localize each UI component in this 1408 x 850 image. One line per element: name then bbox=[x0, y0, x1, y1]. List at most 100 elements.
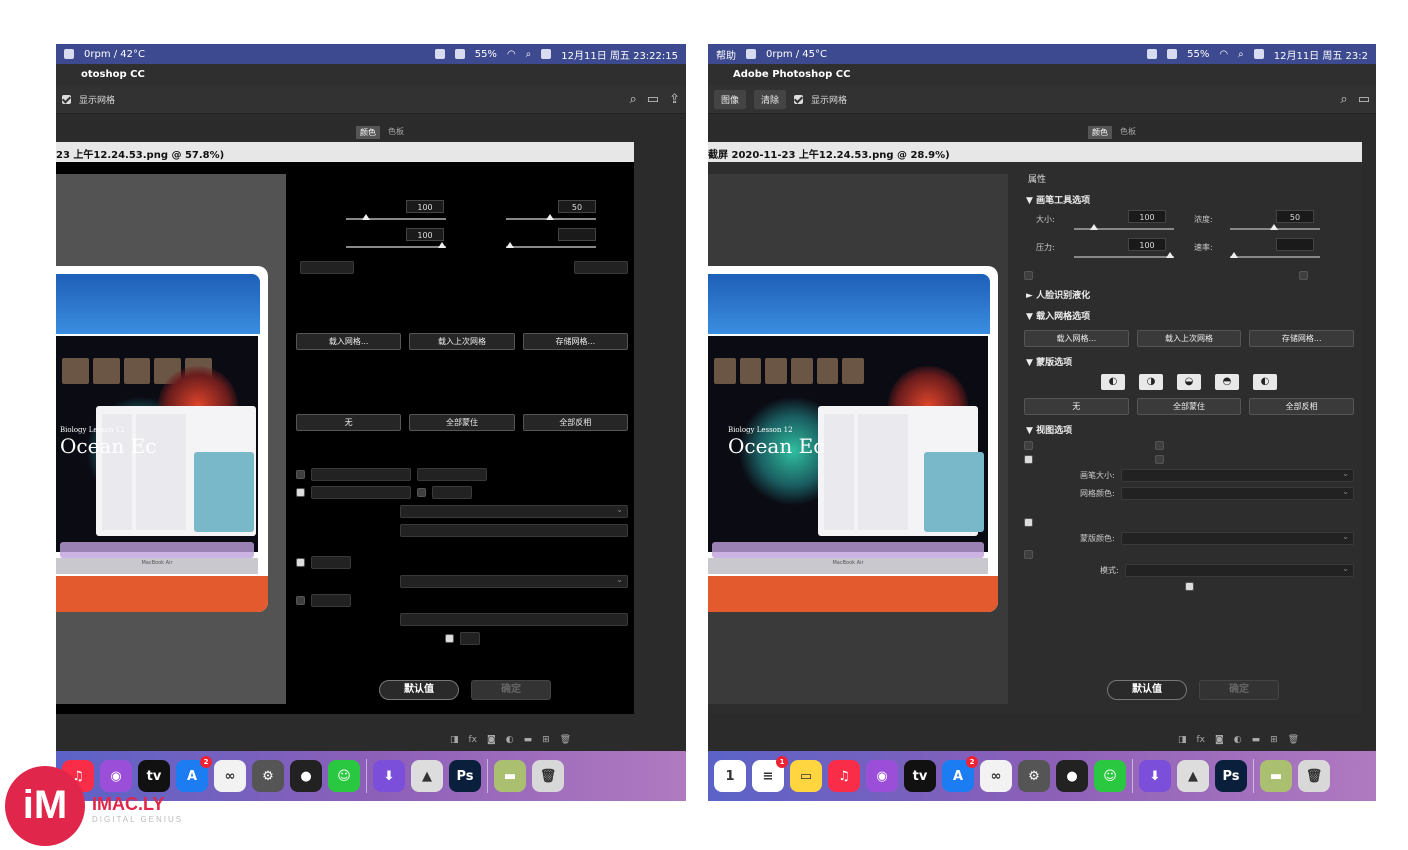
volume-icon[interactable] bbox=[454, 49, 465, 59]
invert-all-button[interactable]: 全部反相 bbox=[522, 414, 628, 431]
dock-preview-icon[interactable]: ▲ bbox=[411, 760, 443, 792]
pin-edges-checkbox[interactable] bbox=[1299, 271, 1308, 280]
dock-system-prefs-icon[interactable]: ⚙ bbox=[252, 760, 284, 792]
dock-system-prefs-icon[interactable]: ⚙ bbox=[1018, 760, 1050, 792]
search-icon[interactable]: ⌕ bbox=[1238, 49, 1244, 60]
density-input[interactable]: 50 bbox=[558, 200, 596, 213]
pressure-input[interactable]: 100 bbox=[1128, 238, 1166, 251]
battery-percent[interactable]: 55% bbox=[1187, 49, 1209, 60]
ok-button[interactable]: 确定 bbox=[1199, 680, 1279, 700]
dock-downloads-icon[interactable]: ⬇ bbox=[1139, 760, 1171, 792]
dock-qq-icon[interactable]: ● bbox=[290, 760, 322, 792]
tab-swatches[interactable]: 色板 bbox=[388, 126, 404, 139]
bluetooth-icon[interactable] bbox=[434, 49, 445, 59]
dock-wechat-icon[interactable]: ☺ bbox=[1094, 760, 1126, 792]
preview-canvas[interactable]: Biology Lesson 12 Ocean Ec MacBook Air bbox=[708, 174, 1008, 704]
show-face-overlay-checkbox[interactable] bbox=[1155, 441, 1164, 450]
dock-music-icon[interactable]: ♫ bbox=[828, 760, 860, 792]
mask-add-icon[interactable]: ◑ bbox=[1139, 374, 1163, 390]
load-last-mesh-button[interactable]: 载入上次网格 bbox=[1136, 330, 1242, 347]
clock[interactable]: 12月11日 周五 23:2 bbox=[1274, 47, 1368, 62]
show-backdrop-checkbox[interactable] bbox=[1024, 550, 1033, 559]
backdrop-mode-select[interactable]: ⌄ bbox=[1124, 564, 1354, 577]
size-input[interactable]: 100 bbox=[1128, 210, 1166, 223]
dock-notes-icon[interactable]: ▭ bbox=[790, 760, 822, 792]
preview-checkbox[interactable] bbox=[1184, 582, 1194, 591]
show-mesh-checkbox[interactable] bbox=[417, 488, 426, 497]
dock-trash-icon[interactable]: 🗑 bbox=[532, 760, 564, 792]
volume-icon[interactable] bbox=[1167, 49, 1178, 59]
mask-replace-icon[interactable]: ◐ bbox=[1101, 374, 1125, 390]
face-aware-header[interactable]: ► 人脸识别液化 bbox=[1026, 288, 1354, 301]
search-icon[interactable]: ⌕ bbox=[630, 92, 637, 107]
load-mesh-button[interactable]: 载入网格... bbox=[1024, 330, 1129, 347]
dock-downloads-icon[interactable]: ⬇ bbox=[373, 760, 405, 792]
dock-tv-icon[interactable]: tv bbox=[904, 760, 936, 792]
menu-help[interactable]: 帮助 bbox=[716, 47, 736, 62]
adjust-icon[interactable]: ◐ bbox=[506, 735, 514, 745]
weather-status[interactable]: 0rpm / 42°C bbox=[84, 49, 145, 60]
show-mask-checkbox[interactable] bbox=[1024, 518, 1033, 527]
show-mesh-checkbox[interactable] bbox=[1155, 455, 1164, 464]
new-layer-icon[interactable]: ⊞ bbox=[1270, 735, 1278, 745]
layer-icon[interactable]: ◨ bbox=[1178, 735, 1187, 745]
pressure-input[interactable]: 100 bbox=[406, 228, 444, 241]
mask-none-button[interactable]: 无 bbox=[1024, 398, 1129, 415]
dock-screen-share-icon[interactable]: ∞ bbox=[980, 760, 1012, 792]
search-icon[interactable]: ⌕ bbox=[526, 49, 532, 60]
rate-input[interactable] bbox=[558, 228, 596, 241]
share-icon[interactable]: ⇪ bbox=[669, 92, 680, 107]
mask-subtract-icon[interactable]: ◒ bbox=[1177, 374, 1201, 390]
workspace-icon[interactable]: ▭ bbox=[647, 92, 659, 107]
tab-color[interactable]: 颜色 bbox=[1088, 126, 1112, 139]
wifi-icon[interactable]: ◠ bbox=[507, 49, 516, 60]
invert-all-button[interactable]: 全部反相 bbox=[1249, 398, 1355, 415]
delete-icon[interactable]: 🗑 bbox=[1288, 735, 1299, 745]
search-icon[interactable]: ⌕ bbox=[1340, 92, 1347, 107]
ok-button[interactable]: 确定 bbox=[471, 680, 551, 700]
image-button[interactable]: 图像 bbox=[714, 90, 747, 109]
tab-swatches[interactable]: 色板 bbox=[1120, 126, 1136, 139]
save-mesh-button[interactable]: 存储网格... bbox=[1249, 330, 1355, 347]
mask-intersect-icon[interactable]: ◓ bbox=[1215, 374, 1239, 390]
dock-reminders-icon[interactable]: ≡ 1 bbox=[752, 756, 788, 792]
battery-percent[interactable]: 55% bbox=[475, 49, 497, 60]
mesh-color-select[interactable] bbox=[400, 524, 628, 537]
brush-options-header[interactable]: ▼ 画笔工具选项 bbox=[1026, 193, 1354, 206]
dock-app-store-icon[interactable]: A2 bbox=[942, 756, 978, 792]
control-center-icon[interactable] bbox=[1253, 49, 1264, 59]
save-mesh-button[interactable]: 存储网格... bbox=[522, 333, 628, 350]
workspace-icon[interactable]: ▭ bbox=[1358, 92, 1370, 107]
rate-input[interactable] bbox=[1276, 238, 1314, 251]
mask-color-select[interactable]: ⌄ bbox=[400, 575, 628, 588]
fx-icon[interactable]: fx bbox=[1197, 735, 1206, 745]
dock-qq-icon[interactable]: ● bbox=[1056, 760, 1088, 792]
dock-wechat-icon[interactable]: ☺ bbox=[328, 760, 360, 792]
dock-tv-icon[interactable]: tv bbox=[138, 760, 170, 792]
control-center-icon[interactable] bbox=[541, 49, 552, 59]
dock-podcasts-icon[interactable]: ◉ bbox=[866, 760, 898, 792]
preview-checkbox[interactable] bbox=[444, 634, 454, 643]
show-mask-checkbox[interactable] bbox=[296, 558, 305, 567]
mask-all-button[interactable]: 全部蒙住 bbox=[1136, 398, 1242, 415]
dock-finder-image-icon[interactable]: ▬ bbox=[494, 760, 526, 792]
folder-icon[interactable]: ▬ bbox=[1252, 735, 1261, 745]
dock-screen-share-icon[interactable]: ∞ bbox=[214, 760, 246, 792]
mesh-size-select[interactable]: ⌄ bbox=[400, 505, 628, 518]
load-mesh-header[interactable]: ▼ 载入网格选项 bbox=[1026, 309, 1354, 322]
adjust-icon[interactable]: ◐ bbox=[1234, 735, 1242, 745]
mask-invert-icon[interactable]: ◐ bbox=[1253, 374, 1277, 390]
size-input[interactable]: 100 bbox=[406, 200, 444, 213]
pen-pressure-option[interactable] bbox=[300, 261, 354, 274]
preview-canvas[interactable]: Biology Lesson 12 Ocean Ec MacBook Air bbox=[56, 174, 286, 704]
new-layer-icon[interactable]: ⊞ bbox=[542, 735, 550, 745]
pen-pressure-checkbox[interactable] bbox=[1024, 271, 1033, 280]
mask-options-header[interactable]: ▼ 蒙版选项 bbox=[1026, 355, 1354, 368]
dock-calendar-icon[interactable]: 1 bbox=[714, 760, 746, 792]
clock[interactable]: 12月11日 周五 23:22:15 bbox=[561, 47, 678, 62]
show-grid-checkbox[interactable] bbox=[62, 95, 71, 104]
delete-icon[interactable]: 🗑 bbox=[560, 735, 571, 745]
fx-icon[interactable]: fx bbox=[469, 735, 478, 745]
weather-status[interactable]: 0rpm / 45°C bbox=[766, 49, 827, 60]
show-backdrop-checkbox[interactable] bbox=[296, 596, 305, 605]
